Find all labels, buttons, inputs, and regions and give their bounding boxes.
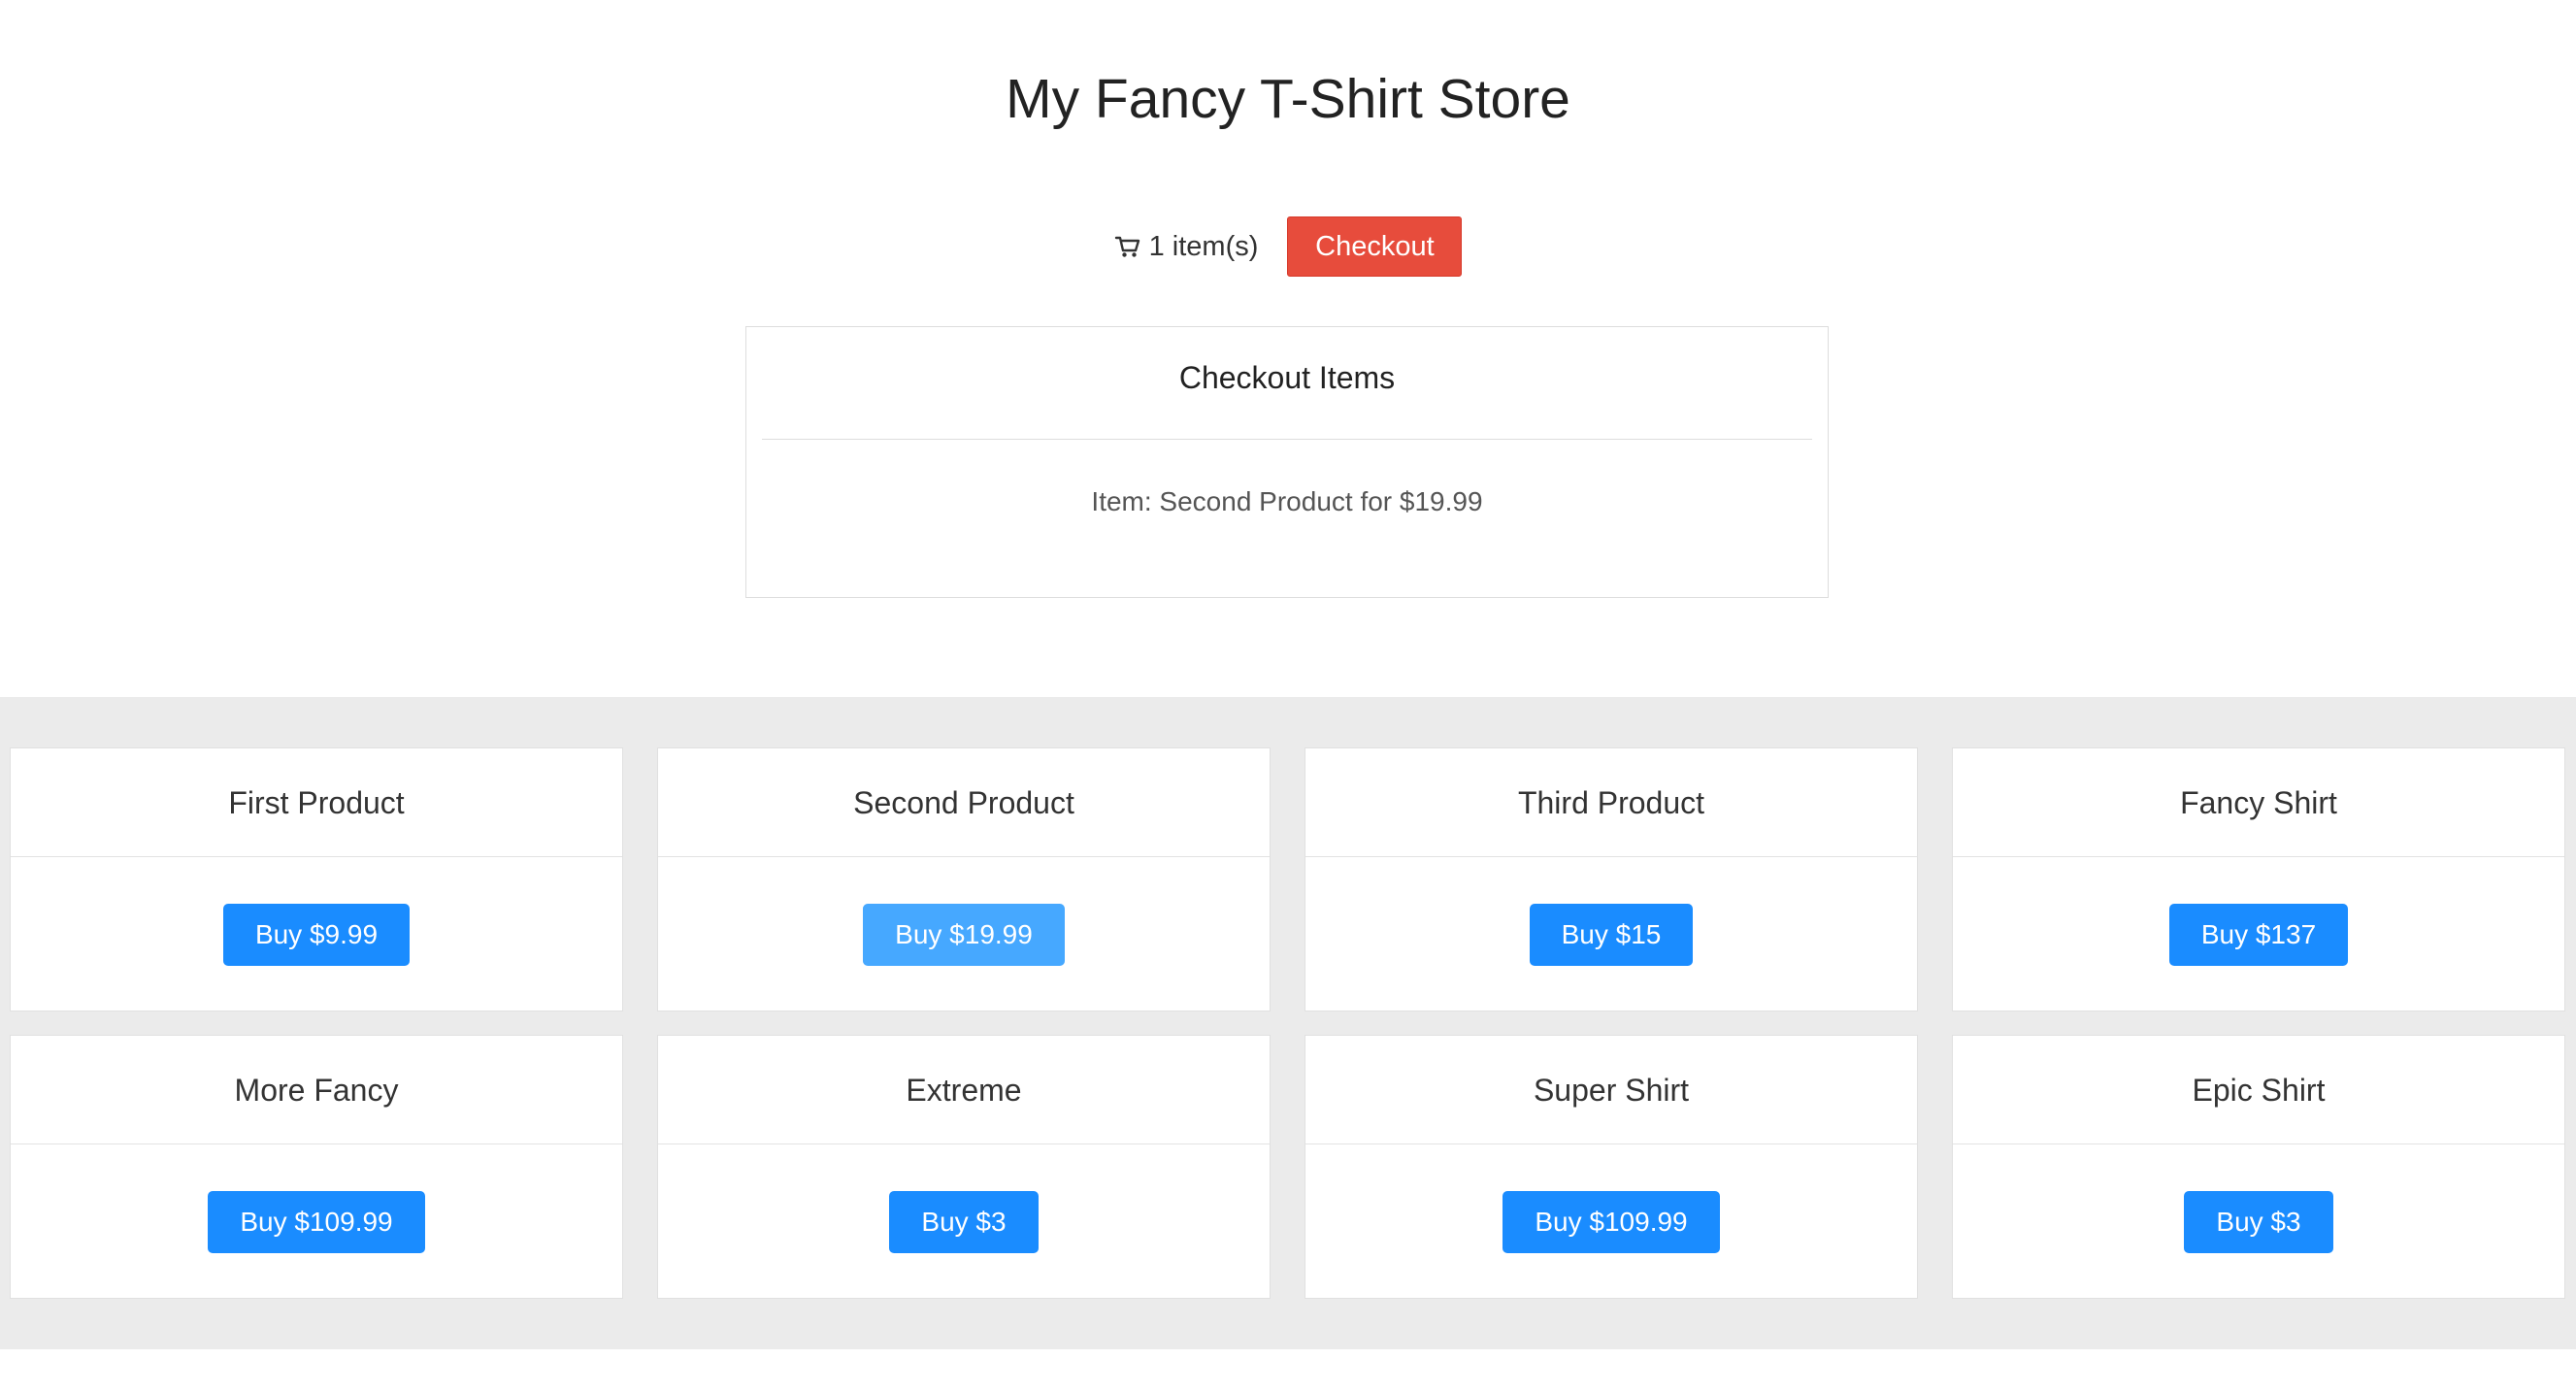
checkout-panel-title: Checkout Items [1178,360,1396,395]
product-name: Super Shirt [1305,1036,1917,1144]
buy-button-area: Buy $19.99 [658,857,1270,1012]
product-card: First Product Buy $9.99 [10,747,623,1011]
buy-button-area: Buy $3 [1953,1144,2564,1300]
product-name: More Fancy [11,1036,622,1144]
product-name: Second Product [658,748,1270,857]
buy-button[interactable]: Buy $9.99 [222,904,411,966]
buy-button-area: Buy $3 [658,1144,1270,1300]
buy-button-area: Buy $9.99 [11,857,622,1012]
product-name: Epic Shirt [1953,1036,2564,1144]
buy-button[interactable]: Buy $19.99 [863,904,1065,966]
product-card: Epic Shirt Buy $3 [1952,1035,2565,1299]
buy-button-area: Buy $15 [1305,857,1917,1012]
cart-count: 1 item(s) [1148,230,1259,262]
product-name: First Product [11,748,622,857]
product-name: Extreme [658,1036,1270,1144]
product-card: Super Shirt Buy $109.99 [1305,1035,1918,1299]
product-card: More Fancy Buy $109.99 [10,1035,623,1299]
product-grid: First Product Buy $9.99 Second Product B… [10,747,2566,1299]
cart-summary: 1 item(s) [1114,230,1259,263]
buy-button-area: Buy $109.99 [1305,1144,1917,1300]
product-name: Third Product [1305,748,1917,857]
buy-button-area: Buy $109.99 [11,1144,622,1300]
products-section: First Product Buy $9.99 Second Product B… [0,697,2576,1349]
checkout-items-panel: Checkout Items Item: Second Product for … [745,326,1829,598]
shopping-cart-icon [1114,233,1141,260]
buy-button[interactable]: Buy $109.99 [1503,1191,1720,1253]
divider [762,439,1812,440]
cart-bar: 1 item(s) Checkout [0,215,2576,278]
buy-button[interactable]: Buy $137 [2168,904,2349,966]
checkout-button[interactable]: Checkout [1287,216,1463,277]
product-card: Third Product Buy $15 [1305,747,1918,1011]
store-page: My Fancy T-Shirt Store 1 item(s) Checkou… [0,0,2576,1392]
product-card: Extreme Buy $3 [657,1035,1271,1299]
buy-button[interactable]: Buy $15 [1529,904,1694,966]
buy-button[interactable]: Buy $3 [2184,1191,2333,1253]
buy-button-area: Buy $137 [1953,857,2564,1012]
page-title: My Fancy T-Shirt Store [1006,68,1570,130]
product-name: Fancy Shirt [1953,748,2564,857]
checkout-item: Item: Second Product for $19.99 [1091,486,1483,516]
product-card: Second Product Buy $19.99 [657,747,1271,1011]
buy-button[interactable]: Buy $3 [889,1191,1039,1253]
product-card: Fancy Shirt Buy $137 [1952,747,2565,1011]
buy-button[interactable]: Buy $109.99 [208,1191,425,1253]
